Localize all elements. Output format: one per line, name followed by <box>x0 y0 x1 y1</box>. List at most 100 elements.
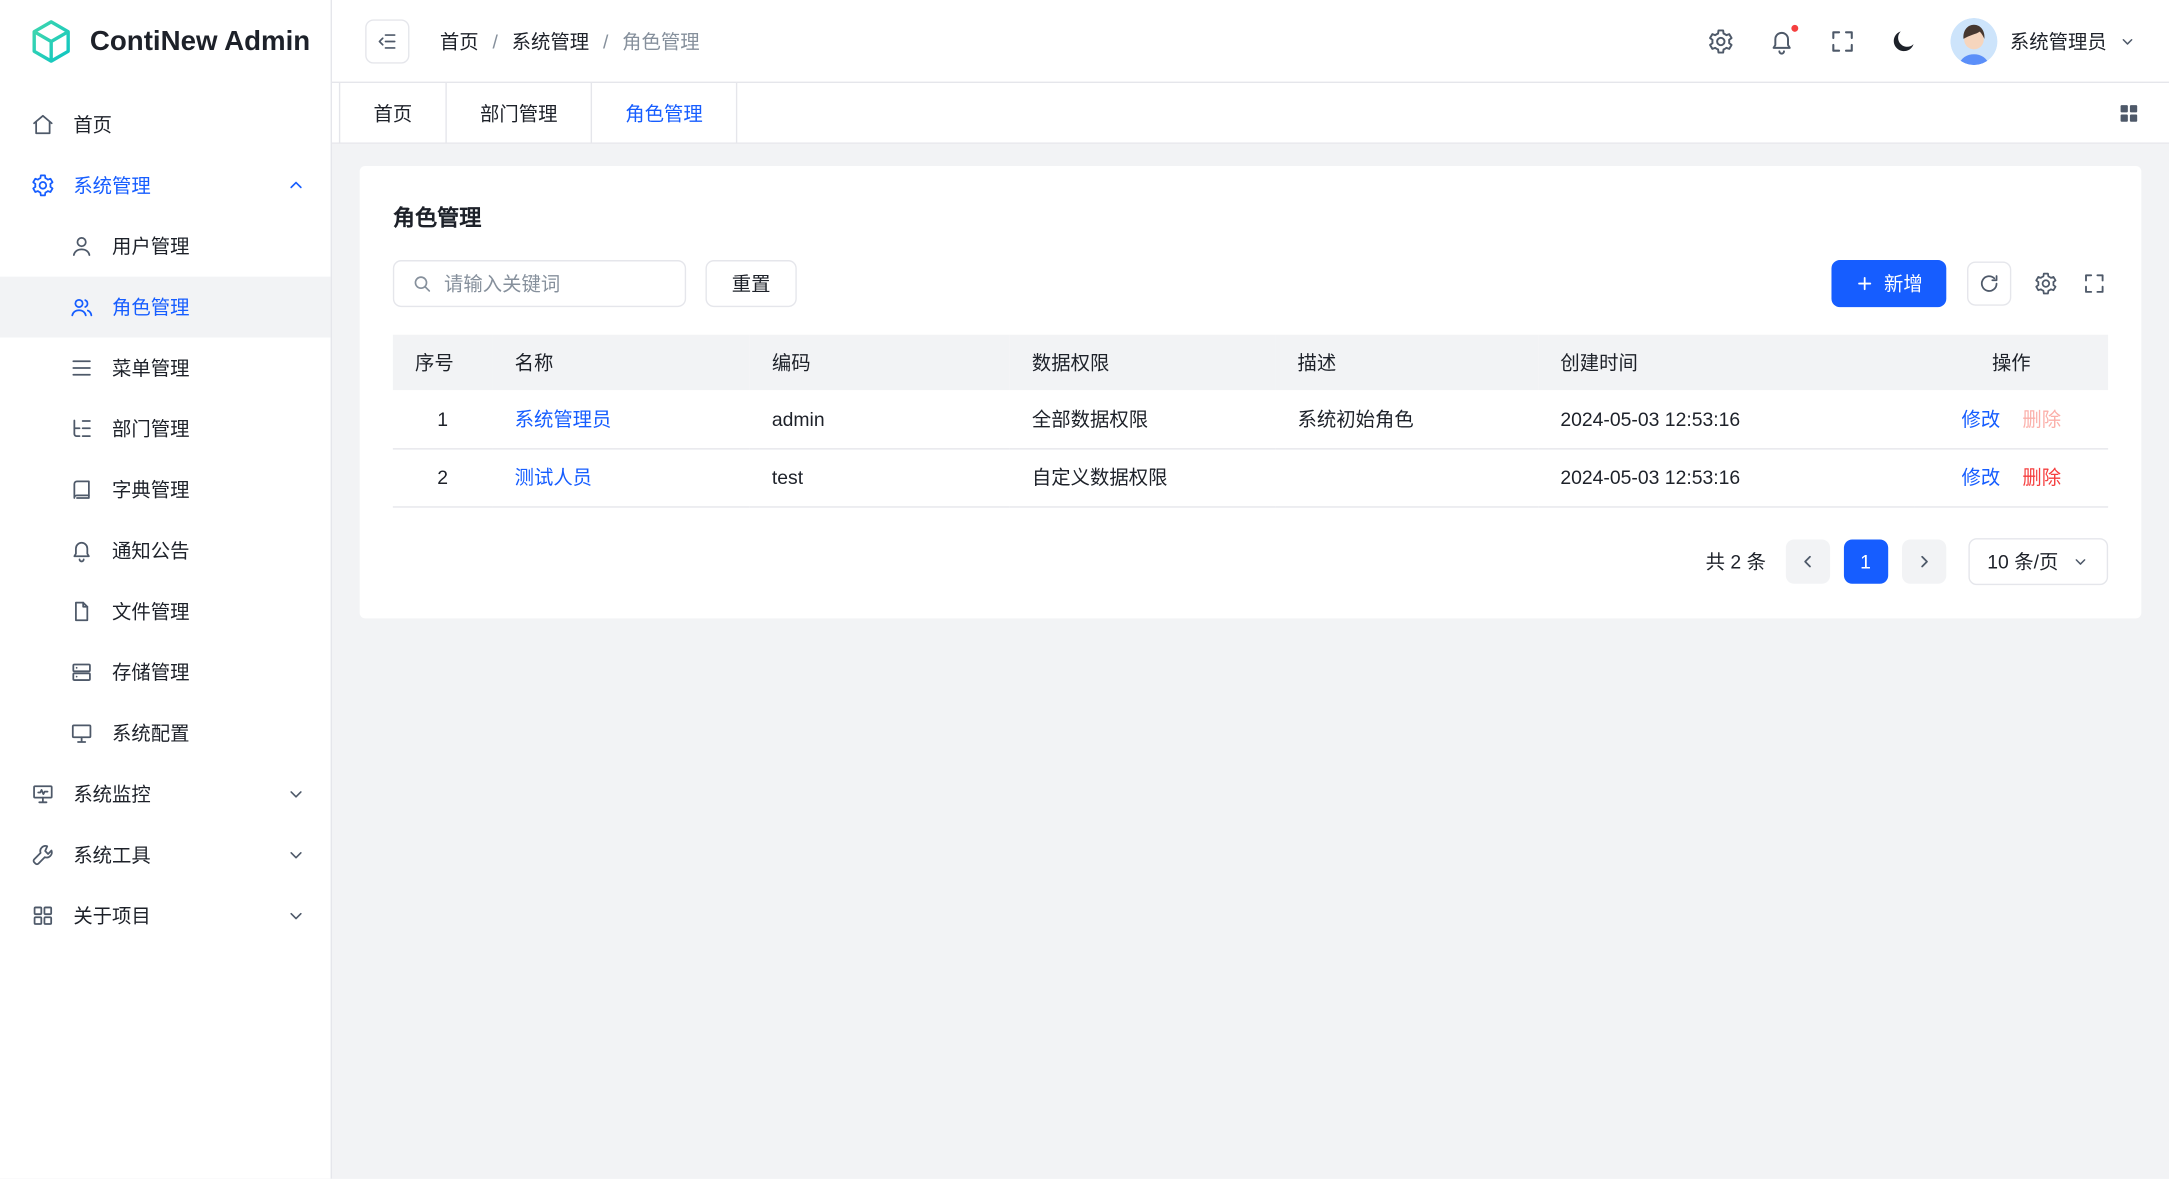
users-icon <box>69 295 94 320</box>
sidebar-item-storage-management[interactable]: 存储管理 <box>0 642 331 703</box>
table-fullscreen-button[interactable] <box>2080 270 2108 298</box>
column-header-data-scope: 数据权限 <box>1010 335 1276 390</box>
monitor-icon <box>30 782 55 807</box>
table-settings-button[interactable] <box>2032 270 2060 298</box>
sidebar-item-dictionary-management[interactable]: 字典管理 <box>0 459 331 520</box>
sidebar-item-home[interactable]: 首页 <box>0 94 331 155</box>
dark-mode-moon-icon[interactable] <box>1890 27 1918 55</box>
add-button-label: 新增 <box>1884 270 1923 298</box>
sidebar-item-department-management[interactable]: 部门管理 <box>0 398 331 459</box>
sidebar-item-label: 部门管理 <box>112 415 189 443</box>
pagination: 共 2 条 1 10 条/页 <box>393 537 2108 584</box>
toolbar: 重置 新增 <box>393 260 2108 307</box>
home-icon <box>30 112 55 137</box>
sidebar: 首页 系统管理 用户管理 角色管理 菜单管理 部门管理 <box>0 83 332 1179</box>
tab-role-management[interactable]: 角色管理 <box>592 83 737 142</box>
refresh-button[interactable] <box>1967 261 2011 305</box>
breadcrumb-separator: / <box>603 30 608 52</box>
role-name-link[interactable]: 系统管理员 <box>515 408 612 430</box>
breadcrumb-item[interactable]: 首页 <box>440 27 479 55</box>
delete-button-disabled[interactable]: 删除 <box>2022 405 2061 433</box>
cell-description: 系统初始角色 <box>1275 390 1538 448</box>
notification-dot <box>1790 23 1800 33</box>
settings-icon[interactable] <box>1707 27 1735 55</box>
search-box <box>393 260 686 307</box>
sidebar-item-system-tools[interactable]: 系统工具 <box>0 824 331 885</box>
pagination-total: 共 2 条 <box>1706 547 1766 575</box>
chevron-down-icon <box>286 906 305 925</box>
sidebar-item-menu-management[interactable]: 菜单管理 <box>0 338 331 399</box>
pagination-next-button[interactable] <box>1902 539 1946 583</box>
cell-description <box>1275 448 1538 506</box>
table-header-row: 序号 名称 编码 数据权限 描述 创建时间 操作 <box>393 335 2108 390</box>
column-header-name: 名称 <box>492 335 749 390</box>
reset-button[interactable]: 重置 <box>705 260 796 307</box>
role-name-link[interactable]: 测试人员 <box>515 466 592 488</box>
app-window: ContiNew Admin 首页 / 系统管理 / 角色管理 <box>0 0 2169 1179</box>
sidebar-collapse-button[interactable] <box>365 19 409 63</box>
tab-label: 部门管理 <box>480 99 557 127</box>
edit-button[interactable]: 修改 <box>1962 463 2001 491</box>
notifications-bell-icon[interactable] <box>1768 27 1796 55</box>
tab-department-management[interactable]: 部门管理 <box>447 83 592 142</box>
sidebar-item-user-management[interactable]: 用户管理 <box>0 216 331 277</box>
table-row: 1 系统管理员 admin 全部数据权限 系统初始角色 2024-05-03 1… <box>393 390 2108 448</box>
breadcrumb-item-current: 角色管理 <box>622 27 699 55</box>
pagination-page-button[interactable]: 1 <box>1843 539 1887 583</box>
tab-home[interactable]: 首页 <box>339 83 447 142</box>
page-content: 角色管理 重置 新增 <box>332 144 2169 1179</box>
sidebar-item-system-monitor[interactable]: 系统监控 <box>0 764 331 825</box>
page-size-select[interactable]: 10 条/页 <box>1968 537 2108 584</box>
sidebar-item-system-config[interactable]: 系统配置 <box>0 703 331 764</box>
sidebar-item-label: 通知公告 <box>112 537 189 565</box>
app-title: ContiNew Admin <box>90 26 310 58</box>
add-button[interactable]: 新增 <box>1831 260 1946 307</box>
row-actions: 修改 删除 <box>1937 405 2086 433</box>
pagination-prev-button[interactable] <box>1785 539 1829 583</box>
fullscreen-icon <box>2082 271 2107 296</box>
sidebar-item-role-management[interactable]: 角色管理 <box>0 277 331 338</box>
sidebar-item-label: 角色管理 <box>112 293 189 321</box>
logo-icon <box>28 18 75 65</box>
chevron-down-icon <box>286 784 305 803</box>
book-icon <box>69 477 94 502</box>
role-management-card: 角色管理 重置 新增 <box>360 166 2142 618</box>
column-header-actions: 操作 <box>1914 335 2108 390</box>
sidebar-item-system-management[interactable]: 系统管理 <box>0 155 331 216</box>
tab-label: 首页 <box>373 99 412 127</box>
sidebar-item-label: 字典管理 <box>112 476 189 504</box>
header-actions: 系统管理员 <box>1707 17 2136 64</box>
sidebar-item-about-project[interactable]: 关于项目 <box>0 885 331 946</box>
gear-icon <box>2033 271 2058 296</box>
bell-icon <box>69 538 94 563</box>
cell-no: 1 <box>393 390 493 448</box>
wrench-icon <box>30 842 55 867</box>
main-area: 首页 部门管理 角色管理 角色管理 <box>332 83 2169 1179</box>
page-size-value: 10 条/页 <box>1987 547 2058 575</box>
plus-icon <box>1855 274 1874 293</box>
user-menu[interactable]: 系统管理员 <box>1950 17 2135 64</box>
chevron-down-icon <box>2119 33 2136 50</box>
search-input[interactable] <box>444 273 668 295</box>
sidebar-item-label: 首页 <box>73 111 112 139</box>
table-header: 序号 名称 编码 数据权限 描述 创建时间 操作 <box>393 335 2108 390</box>
column-header-code: 编码 <box>750 335 1010 390</box>
fullscreen-icon[interactable] <box>1829 27 1857 55</box>
menu-lines-icon <box>69 356 94 381</box>
logo-area[interactable]: ContiNew Admin <box>0 0 332 83</box>
row-actions: 修改 删除 <box>1937 463 2086 491</box>
column-header-created-at: 创建时间 <box>1538 335 1914 390</box>
breadcrumb-item[interactable]: 系统管理 <box>512 27 589 55</box>
chevron-down-icon <box>2072 553 2089 570</box>
cell-created-at: 2024-05-03 12:53:16 <box>1538 390 1914 448</box>
chevron-right-icon <box>1914 551 1933 570</box>
sidebar-item-file-management[interactable]: 文件管理 <box>0 581 331 642</box>
edit-button[interactable]: 修改 <box>1962 405 2001 433</box>
delete-button[interactable]: 删除 <box>2022 463 2061 491</box>
sidebar-item-label: 系统配置 <box>112 719 189 747</box>
page-title: 角色管理 <box>393 199 2108 232</box>
user-icon <box>69 234 94 259</box>
tab-grid-icon[interactable] <box>2116 100 2141 125</box>
refresh-icon <box>1978 273 2000 295</box>
sidebar-item-notice-management[interactable]: 通知公告 <box>0 520 331 581</box>
